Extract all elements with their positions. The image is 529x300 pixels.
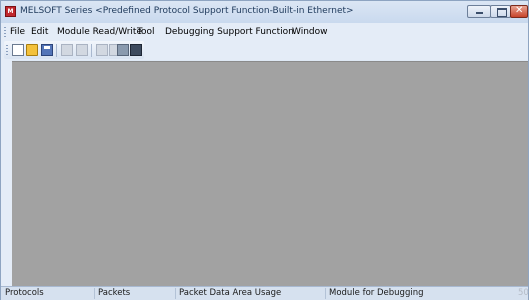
maximize-icon bbox=[497, 8, 507, 17]
open-folder-icon[interactable] bbox=[26, 44, 38, 56]
left-dock-strip bbox=[1, 60, 12, 286]
paste-icon[interactable] bbox=[76, 44, 88, 56]
status-module-for-debugging: Module for Debugging bbox=[329, 288, 424, 298]
status-separator bbox=[175, 288, 176, 299]
app-window: M MELSOFT Series <Predefined Protocol Su… bbox=[0, 0, 529, 300]
menu-bar: File Edit Module Read/Write Tool Debuggi… bbox=[1, 23, 528, 41]
close-icon: ✕ bbox=[515, 5, 524, 16]
status-separator bbox=[325, 288, 326, 299]
toolbar bbox=[1, 41, 528, 60]
menu-file[interactable]: File bbox=[10, 27, 25, 37]
connect-icon[interactable] bbox=[117, 44, 129, 56]
menu-module-read-write[interactable]: Module Read/Write bbox=[57, 27, 142, 37]
status-packets: Packets bbox=[98, 288, 131, 298]
tool-strip bbox=[4, 41, 144, 59]
status-bar: Protocols Packets Packet Data Area Usage… bbox=[1, 286, 529, 300]
status-packet-data-area-usage: Packet Data Area Usage bbox=[179, 288, 282, 298]
window-title: MELSOFT Series <Predefined Protocol Supp… bbox=[20, 6, 354, 16]
new-file-icon[interactable] bbox=[12, 44, 24, 56]
status-trailing-value: 50 bbox=[518, 288, 529, 298]
title-bar[interactable]: M MELSOFT Series <Predefined Protocol Su… bbox=[1, 1, 528, 23]
menu-tool[interactable]: Tool bbox=[137, 27, 154, 37]
save-icon[interactable] bbox=[41, 44, 53, 56]
menu-grip-handle[interactable] bbox=[4, 27, 6, 38]
toolbar-separator bbox=[91, 44, 92, 57]
mdi-workspace[interactable] bbox=[12, 61, 528, 286]
toolbar-separator bbox=[56, 44, 57, 57]
toolbar-grip-handle[interactable] bbox=[6, 45, 8, 56]
menu-window[interactable]: Window bbox=[292, 27, 328, 37]
module-read-icon[interactable] bbox=[96, 44, 108, 56]
copy-icon[interactable] bbox=[61, 44, 73, 56]
maximize-button[interactable] bbox=[490, 5, 511, 18]
menu-edit[interactable]: Edit bbox=[31, 27, 48, 37]
status-separator bbox=[94, 288, 95, 299]
melsoft-app-icon[interactable]: M bbox=[5, 6, 16, 17]
close-button[interactable]: ✕ bbox=[510, 5, 528, 18]
minimize-button[interactable] bbox=[467, 5, 491, 18]
disconnect-icon[interactable] bbox=[130, 44, 142, 56]
minimize-icon bbox=[476, 12, 483, 14]
menu-debugging-support-function[interactable]: Debugging Support Function bbox=[165, 27, 294, 37]
status-protocols: Protocols bbox=[5, 288, 44, 298]
